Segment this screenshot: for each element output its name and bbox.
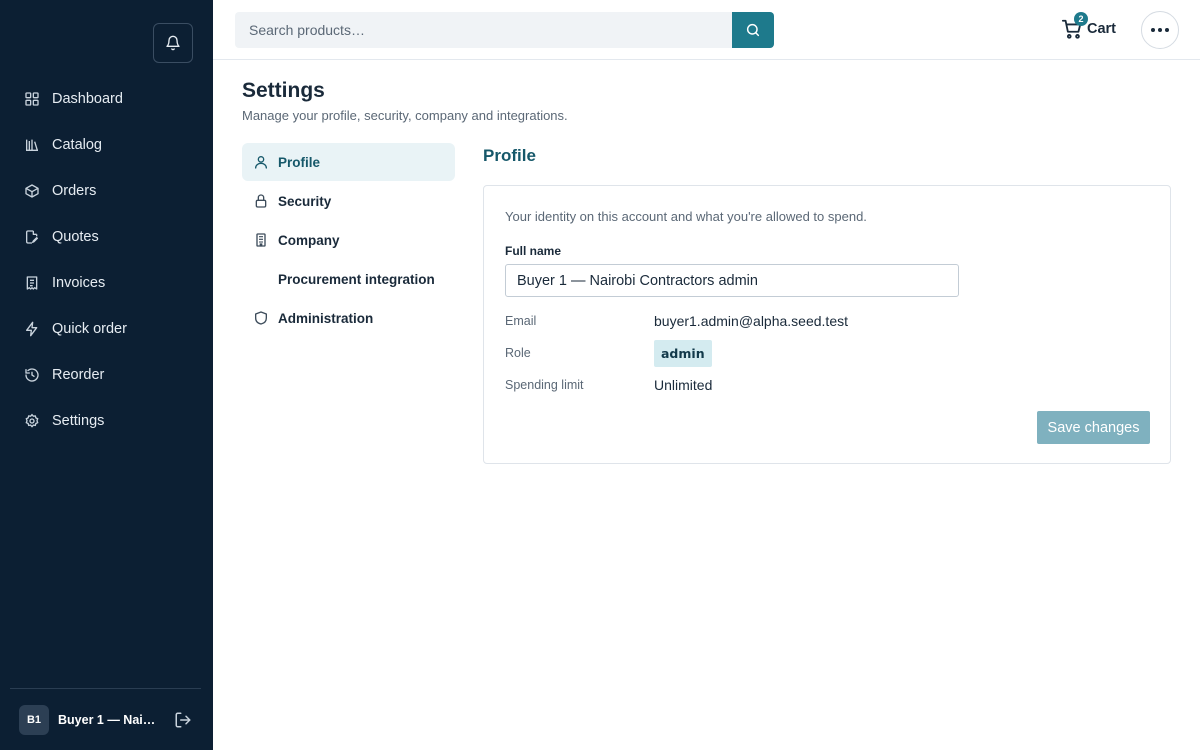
- role-badge: admin: [654, 339, 712, 367]
- search-button[interactable]: [732, 12, 774, 48]
- settings-tab-label: Procurement integration: [278, 271, 435, 287]
- save-changes-button[interactable]: Save changes: [1037, 411, 1150, 444]
- email-row: Email buyer1.admin@alpha.seed.test: [505, 307, 848, 335]
- section-title: Profile: [483, 146, 536, 165]
- user-icon: [253, 154, 269, 170]
- sidebar-item-quick-order[interactable]: Quick order: [0, 306, 213, 352]
- history-icon: [25, 368, 39, 382]
- sidebar-item-label: Quotes: [52, 228, 99, 245]
- receipt-icon: [26, 276, 38, 290]
- dashboard-icon: [25, 92, 39, 106]
- catalog-icon: [26, 139, 38, 151]
- settings-nav: Profile Security Company Procurement int…: [242, 143, 455, 338]
- notifications-button[interactable]: [153, 23, 193, 63]
- spending-limit-value: Unlimited: [654, 377, 713, 393]
- box-icon: [25, 184, 39, 198]
- logout-icon: [175, 712, 191, 727]
- bell-icon: [166, 35, 180, 51]
- avatar[interactable]: B1: [19, 704, 49, 735]
- spending-limit-row: Spending limit Unlimited: [505, 371, 712, 399]
- sidebar-item-label: Catalog: [52, 136, 102, 153]
- bolt-icon: [26, 321, 38, 337]
- settings-tab-security[interactable]: Security: [242, 182, 455, 220]
- settings-tab-label: Company: [278, 232, 340, 248]
- email-label: Email: [505, 314, 537, 328]
- sidebar-item-dashboard[interactable]: Dashboard: [0, 76, 213, 122]
- procurement-icon-placeholder: [253, 271, 269, 287]
- settings-tab-procurement-integration[interactable]: Procurement integration: [242, 260, 455, 298]
- search-input[interactable]: [235, 12, 732, 48]
- more-horizontal-icon: [1151, 28, 1169, 32]
- sidebar-item-label: Settings: [52, 412, 105, 429]
- profile-description: Your identity on this account and what y…: [505, 209, 867, 224]
- sidebar-item-label: Quick order: [52, 320, 127, 337]
- role-label: Role: [505, 346, 531, 360]
- email-value: buyer1.admin@alpha.seed.test: [654, 313, 848, 329]
- full-name-input[interactable]: [505, 264, 959, 297]
- sidebar-item-label: Reorder: [52, 366, 105, 383]
- spending-limit-label: Spending limit: [505, 378, 584, 392]
- cart-button[interactable]: 2 Cart: [1061, 12, 1117, 44]
- sidebar-item-invoices[interactable]: Invoices: [0, 260, 213, 306]
- sidebar-item-label: Invoices: [52, 274, 106, 291]
- user-account: B1 Buyer 1 — Nairobi Contractors admin: [10, 688, 201, 750]
- sidebar-item-catalog[interactable]: Catalog: [0, 122, 213, 168]
- sidebar-item-label: Orders: [52, 182, 97, 199]
- shield-icon: [253, 310, 269, 326]
- settings-tab-company[interactable]: Company: [242, 221, 455, 259]
- sidebar-nav: Dashboard Catalog Orders Quotes Invoices…: [0, 76, 213, 444]
- search-bar: [235, 12, 774, 48]
- building-icon: [253, 232, 269, 248]
- sidebar: Dashboard Catalog Orders Quotes Invoices…: [0, 0, 213, 750]
- gear-icon: [25, 413, 39, 428]
- settings-tab-administration[interactable]: Administration: [242, 299, 455, 337]
- more-options-button[interactable]: [1141, 11, 1179, 49]
- cart-label: Cart: [1087, 21, 1117, 37]
- sidebar-item-orders[interactable]: Orders: [0, 168, 213, 214]
- sidebar-item-reorder[interactable]: Reorder: [0, 352, 213, 398]
- user-name: Buyer 1 — Nairobi Contractors admin: [58, 712, 160, 727]
- page-title: Settings: [242, 79, 325, 102]
- profile-card: Your identity on this account and what y…: [483, 185, 1171, 464]
- settings-tab-profile[interactable]: Profile: [242, 143, 455, 181]
- sidebar-item-quotes[interactable]: Quotes: [0, 214, 213, 260]
- search-icon: [746, 23, 760, 37]
- settings-tab-label: Profile: [278, 154, 321, 170]
- quote-icon: [26, 230, 38, 244]
- settings-tab-label: Security: [278, 193, 332, 209]
- page-subtitle: Manage your profile, security, company a…: [242, 108, 568, 123]
- cart-count-badge: 2: [1074, 12, 1088, 26]
- sidebar-item-label: Dashboard: [52, 90, 123, 107]
- logout-button[interactable]: [172, 709, 194, 731]
- lock-icon: [253, 193, 269, 209]
- cart-icon-wrap: 2: [1061, 12, 1088, 40]
- sidebar-item-settings[interactable]: Settings: [0, 398, 213, 444]
- full-name-label: Full name: [505, 244, 562, 258]
- top-bar: 2 Cart: [213, 0, 1200, 60]
- role-row: Role admin: [505, 339, 712, 367]
- settings-tab-label: Administration: [278, 310, 374, 326]
